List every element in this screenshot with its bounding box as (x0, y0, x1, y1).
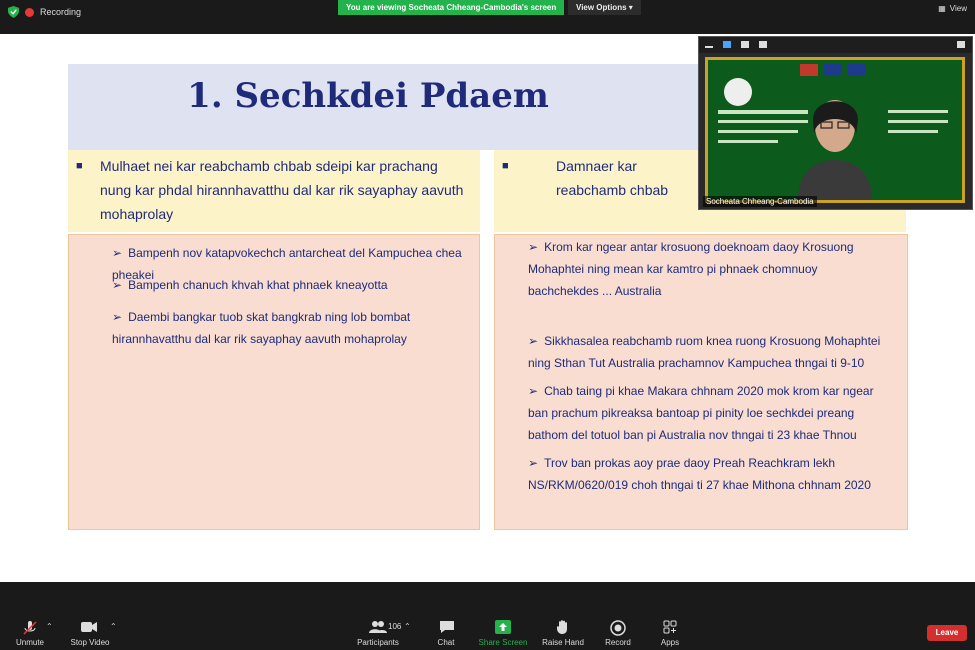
speaker-video-tile[interactable]: Socheata Chheang-Cambodia (698, 36, 973, 210)
right-heading: Damnaer kar reabchamb chbab sdeipi ... s… (556, 158, 672, 208)
speaker-avatar (708, 60, 962, 200)
right-item-4: ➢ Trov ban prokas aoy prae daoy Preah Rea… (528, 456, 871, 492)
leave-button[interactable]: Leave (927, 625, 967, 641)
apps-button[interactable]: Apps (658, 638, 682, 647)
right-item-1: ➢ Krom kar ngear antar krosuong doeknoam … (528, 240, 854, 298)
microphone-muted-icon[interactable] (22, 620, 38, 639)
raise-hand-icon[interactable] (556, 619, 570, 638)
recording-label: Recording (40, 7, 82, 17)
grid-icon: ▦ (938, 4, 946, 13)
participants-chevron-icon[interactable]: ⌃ (404, 622, 411, 631)
view-options-button[interactable]: View Options ▾ (568, 0, 641, 15)
speaker-view-icon[interactable] (723, 41, 731, 48)
right-item-3: ➢ Chab taing pi khae Makara chhnam 2020 m… (528, 384, 874, 442)
gallery-view-icon[interactable] (759, 41, 767, 48)
recording-indicator: Recording (8, 6, 81, 18)
apps-icon[interactable] (663, 620, 677, 637)
left-item-3: ➢ Daembi bangkar tuob skat bangkrab ning … (112, 310, 411, 346)
left-heading-bullet-icon: ■ (76, 160, 83, 172)
right-heading-bullet-icon: ■ (502, 160, 509, 172)
unmute-chevron-icon[interactable]: ⌃ (46, 622, 53, 631)
record-dot-icon (25, 7, 34, 17)
share-screen-icon[interactable] (495, 620, 511, 637)
participants-button[interactable]: Participants (355, 638, 401, 647)
participants-count: 106 (388, 622, 402, 631)
arrow-icon: ➢ (528, 384, 539, 398)
record-button[interactable]: Record (603, 638, 633, 647)
minimize-icon[interactable] (705, 46, 713, 48)
raise-hand-button[interactable]: Raise Hand (540, 638, 586, 647)
arrow-icon: ➢ (528, 334, 539, 348)
participants-icon[interactable] (369, 620, 387, 637)
right-item-2: ➢ Sikkhasalea reabchamb ruom knea ruong K… (528, 334, 881, 370)
speaker-video (705, 57, 965, 203)
arrow-icon: ➢ (528, 456, 539, 470)
chat-button[interactable]: Chat (433, 638, 459, 647)
shield-icon (8, 6, 19, 18)
record-icon[interactable] (610, 620, 626, 639)
video-tile-toolbar (699, 37, 972, 53)
share-screen-button[interactable]: Share Screen (478, 638, 528, 647)
left-heading: Mulhaet nei kar reabchamb chbab sdeipi k… (100, 158, 464, 222)
slide-title: 1. Sechkdei Pdaem (187, 76, 549, 116)
exit-fullscreen-icon[interactable] (957, 41, 965, 48)
view-button[interactable]: ▦ View (938, 4, 967, 13)
split-view-icon[interactable] (741, 41, 749, 48)
chat-icon[interactable] (439, 620, 455, 637)
arrow-icon: ➢ (112, 246, 123, 260)
chevron-down-icon: ▾ (628, 3, 633, 12)
stop-video-button[interactable]: Stop Video (66, 638, 114, 647)
arrow-icon: ➢ (528, 240, 539, 254)
unmute-button[interactable]: Unmute (14, 638, 46, 647)
viewing-banner: You are viewing Socheata Chheang-Cambodi… (338, 0, 565, 15)
left-item-2: ➢ Bampenh chanuch khvah khat phnaek kneay… (112, 278, 388, 292)
video-chevron-icon[interactable]: ⌃ (110, 622, 117, 631)
video-camera-icon[interactable] (80, 620, 98, 637)
top-bar: Recording You are viewing Socheata Chhea… (0, 0, 975, 26)
arrow-icon: ➢ (112, 310, 123, 324)
arrow-icon: ➢ (112, 278, 123, 292)
speaker-name: Socheata Chheang-Cambodia (703, 196, 817, 207)
